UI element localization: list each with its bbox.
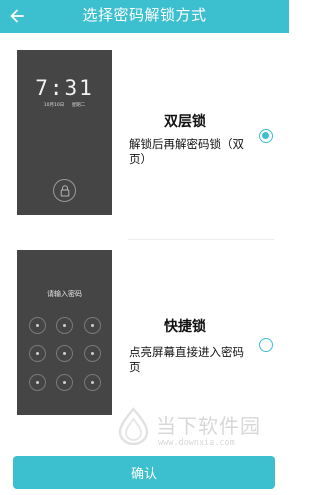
lock-icon	[53, 179, 76, 202]
watermark-url: www.downxia.com	[158, 438, 235, 448]
preview-date: 10月10日 星期二	[43, 103, 86, 108]
keypad-dot	[29, 345, 46, 362]
page-title: 选择密码解锁方式	[82, 6, 207, 24]
option-double-lock[interactable]: 7:31 10月10日 星期二 双层锁 解锁后再解密码锁（双页）	[0, 33, 289, 239]
keypad-dot	[84, 374, 101, 391]
preview-clock: 7:31	[35, 76, 94, 100]
pin-prompt: 请输入密码	[47, 290, 82, 298]
radio-double-lock[interactable]	[259, 129, 273, 143]
double-lock-preview: 7:31 10月10日 星期二	[17, 50, 112, 215]
keypad-dot	[56, 317, 73, 334]
keypad-dot	[29, 317, 46, 334]
option-title: 快捷锁	[164, 319, 206, 335]
confirm-button[interactable]: 确认	[13, 456, 275, 489]
keypad-dot	[84, 317, 101, 334]
option-description: 解锁后再解密码锁（双页）	[129, 137, 244, 166]
watermark-logo-icon	[118, 407, 149, 445]
option-description: 点亮屏幕直接进入密码页	[129, 345, 244, 374]
watermark-text: 当下软件园	[156, 414, 261, 438]
keypad-dot	[56, 374, 73, 391]
radio-quick-lock[interactable]	[259, 338, 273, 352]
keypad-dot	[84, 345, 101, 362]
option-title: 双层锁	[164, 114, 206, 130]
keypad-dot	[56, 345, 73, 362]
header-bar: 选择密码解锁方式	[0, 0, 289, 33]
quick-lock-preview: 请输入密码	[17, 250, 112, 415]
camera-icon	[97, 214, 109, 215]
keypad-dot	[29, 374, 46, 391]
